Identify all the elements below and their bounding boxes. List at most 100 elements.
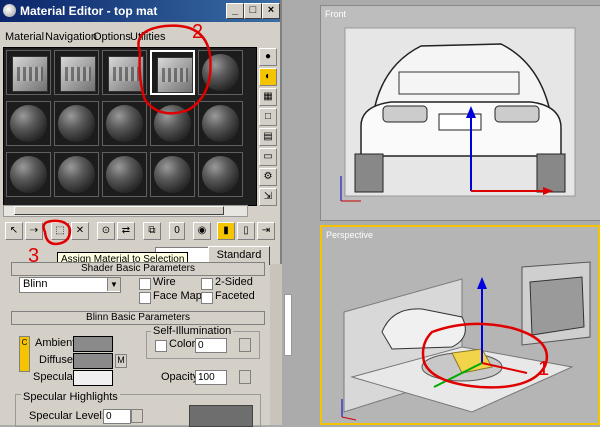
make-copy-icon[interactable]: ⊙ <box>97 222 115 240</box>
opacity-map-button[interactable] <box>239 370 251 384</box>
ambient-label: Ambient: <box>35 337 79 349</box>
front-viewport[interactable]: Front <box>320 5 600 221</box>
sample-slot[interactable] <box>102 101 147 146</box>
checker-background-icon[interactable]: ▦ <box>259 88 277 106</box>
sphere-preview <box>202 156 239 193</box>
scrollbar-thumb[interactable] <box>14 206 224 215</box>
faceted-checkbox[interactable] <box>201 292 213 304</box>
window-title: Material Editor - top mat <box>20 4 158 18</box>
sample-slot-grid <box>3 47 257 206</box>
backlight-icon[interactable]: ◐ <box>259 68 277 86</box>
blinn-basic-header[interactable]: Blinn Basic Parameters <box>11 311 265 325</box>
sample-slot[interactable] <box>6 50 51 95</box>
maximize-button[interactable]: □ <box>244 3 262 19</box>
sphere-preview <box>154 105 191 142</box>
parameters-rollout: Shader Basic Parameters Blinn ▼ Wire 2-S… <box>11 262 269 427</box>
sample-slot[interactable] <box>54 152 99 197</box>
sphere-preview <box>106 105 143 142</box>
video-color-check-icon[interactable]: ▤ <box>259 128 277 146</box>
title-bar[interactable]: Material Editor - top mat _ □ × <box>0 0 280 22</box>
sphere-preview <box>10 105 47 142</box>
sphere-preview <box>106 156 143 193</box>
self-illum-map-button[interactable] <box>239 338 251 352</box>
sample-slot[interactable] <box>198 101 243 146</box>
select-by-material-icon[interactable]: ⇲ <box>259 188 277 206</box>
lock-ambient-diffuse-button[interactable]: C <box>19 336 30 372</box>
self-illum-value-spinner[interactable]: 0 <box>195 338 227 353</box>
sample-slot-active[interactable] <box>150 50 195 95</box>
material-id-channel[interactable]: 0 <box>169 222 185 240</box>
options-icon[interactable]: ⚙ <box>259 168 277 186</box>
two-sided-checkbox[interactable] <box>201 278 213 290</box>
specular-level-label: Specular Level: <box>29 410 105 422</box>
perspective-viewport[interactable]: Perspective <box>320 225 600 425</box>
self-illum-group-label: Self-Illumination <box>151 325 234 337</box>
sphere-preview <box>58 105 95 142</box>
sample-type-icon[interactable]: ● <box>259 48 277 66</box>
wire-checkbox[interactable] <box>139 278 151 290</box>
sample-slot[interactable] <box>198 152 243 197</box>
side-toolbar: ● ◐ ▦ □ ▤ ▭ ⚙ ⇲ <box>259 48 279 218</box>
minimize-button[interactable]: _ <box>226 3 244 19</box>
put-to-scene-icon[interactable]: ⇢ <box>25 222 43 240</box>
make-preview-icon[interactable]: ▭ <box>259 148 277 166</box>
perspective-viewport-label[interactable]: Perspective <box>326 230 373 240</box>
sample-slot[interactable] <box>6 152 51 197</box>
slot-scrollbar[interactable] <box>3 205 248 217</box>
show-end-result-icon[interactable]: ▮ <box>217 222 235 240</box>
self-illum-color-label: Color <box>169 338 196 350</box>
diffuse-color-swatch[interactable] <box>73 353 113 369</box>
put-to-library-icon[interactable]: ⧉ <box>143 222 161 240</box>
face-map-label: Face Map <box>153 290 202 302</box>
sample-slot[interactable] <box>54 101 99 146</box>
sample-slot[interactable] <box>6 101 51 146</box>
sphere-preview <box>58 156 95 193</box>
menu-navigation[interactable]: Navigation <box>45 31 97 43</box>
opacity-spinner[interactable]: 100 <box>195 370 227 385</box>
shader-value: Blinn <box>23 278 48 290</box>
menu-options[interactable]: Options <box>93 31 131 43</box>
specular-color-swatch[interactable] <box>73 370 113 386</box>
sample-slot[interactable] <box>198 50 243 95</box>
menu-utilities[interactable]: Utilities <box>130 31 165 43</box>
front-viewport-label[interactable]: Front <box>325 9 346 19</box>
chevron-down-icon[interactable]: ▼ <box>107 278 120 291</box>
perspective-scene <box>341 261 591 421</box>
sample-slot[interactable] <box>54 50 99 95</box>
two-sided-label: 2-Sided <box>215 276 253 288</box>
sample-slot[interactable] <box>150 101 195 146</box>
go-to-parent-icon[interactable]: ▯ <box>237 222 255 240</box>
car-map-thumbnail <box>108 56 144 92</box>
go-forward-to-sibling-icon[interactable]: ⇥ <box>257 222 275 240</box>
sample-slot[interactable] <box>150 152 195 197</box>
reset-map-icon[interactable]: ✕ <box>71 222 89 240</box>
shader-dropdown[interactable]: Blinn ▼ <box>19 277 121 293</box>
material-editor-window: Material Editor - top mat _ □ × Material… <box>0 0 282 427</box>
front-car-rear-view <box>340 27 576 202</box>
diffuse-map-button[interactable]: M <box>115 354 127 368</box>
sample-slot[interactable] <box>102 152 147 197</box>
app-icon <box>3 4 16 17</box>
assign-material-to-selection-icon[interactable]: ⬚ <box>51 222 69 240</box>
shader-basic-header[interactable]: Shader Basic Parameters <box>11 262 265 276</box>
horizontal-toolbar: ↖ ⇢ ⬚ ✕ ⊙ ⇄ ⧉ 0 ◉ ▮ ▯ ⇥ <box>3 222 279 242</box>
sample-uv-tiling-icon[interactable]: □ <box>259 108 277 126</box>
close-button[interactable]: × <box>262 3 280 19</box>
self-illum-color-checkbox[interactable] <box>155 340 167 352</box>
sample-slot[interactable] <box>102 50 147 95</box>
wire-label: Wire <box>153 276 176 288</box>
rollout-scrollbar[interactable] <box>270 264 282 425</box>
specular-level-spinner[interactable]: 0 <box>103 409 131 424</box>
menu-material[interactable]: Material <box>5 31 44 43</box>
hidden-viewport-edge <box>284 294 292 356</box>
get-material-icon[interactable]: ↖ <box>5 222 23 240</box>
workspace-gap <box>282 0 320 425</box>
make-unique-icon[interactable]: ⇄ <box>117 222 135 240</box>
face-map-checkbox[interactable] <box>139 292 151 304</box>
car-map-thumbnail <box>12 56 48 92</box>
ambient-color-swatch[interactable] <box>73 336 113 352</box>
show-map-in-viewport-icon[interactable]: ◉ <box>193 222 211 240</box>
car-map-thumbnail <box>157 57 193 93</box>
sphere-preview <box>10 156 47 193</box>
specular-level-map-button[interactable] <box>131 409 143 423</box>
